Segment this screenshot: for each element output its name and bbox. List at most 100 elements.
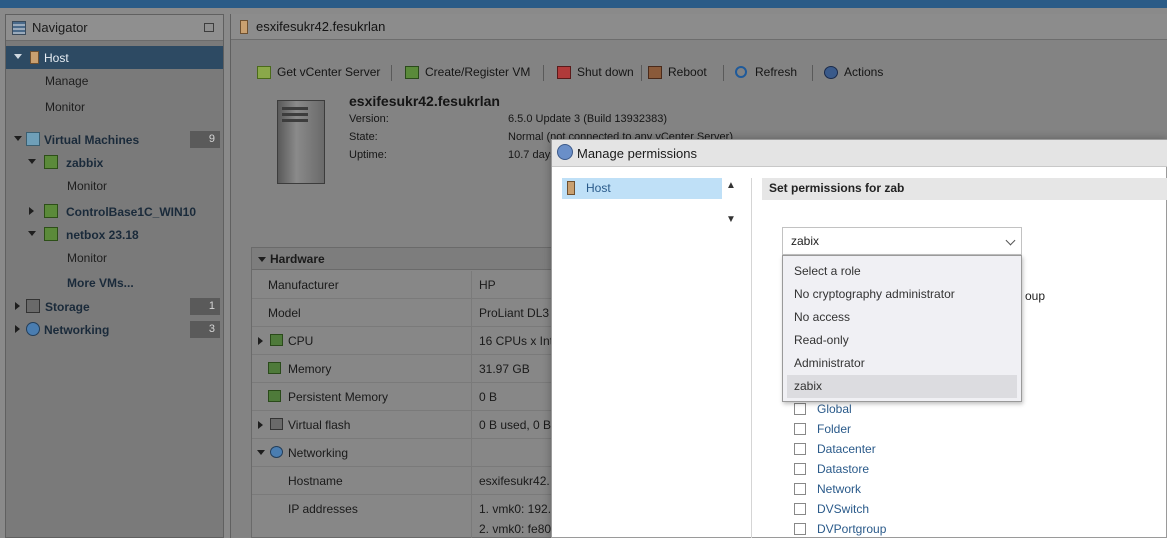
- checkbox-dvswitch[interactable]: [794, 503, 806, 515]
- nav-item-networking[interactable]: Networking 3: [6, 318, 223, 341]
- role-select[interactable]: zabix: [782, 227, 1022, 255]
- table-row: Manufacturer HP: [252, 271, 572, 299]
- checkbox-global[interactable]: [794, 403, 806, 415]
- chevron-down-icon[interactable]: [14, 136, 22, 141]
- scroll-up-icon[interactable]: ▲: [724, 180, 738, 194]
- nav-item-vm-controlbase[interactable]: ControlBase1C_WIN10: [6, 200, 223, 223]
- chevron-down-icon: [1005, 235, 1016, 246]
- table-row[interactable]: Virtual flash 0 B used, 0 B: [252, 411, 572, 439]
- nav-item-label: Storage: [45, 300, 90, 314]
- version-label: Version:: [349, 113, 389, 125]
- nav-item-zabbix-monitor[interactable]: Monitor: [6, 174, 223, 197]
- host-icon: [567, 181, 575, 195]
- networking-icon: [270, 446, 283, 458]
- table-row: Hostname esxifesukr42.: [252, 467, 572, 495]
- option-label: No cryptography administrator: [794, 287, 955, 301]
- nav-item-label: Monitor: [67, 179, 108, 193]
- nav-item-label: Monitor: [67, 251, 108, 265]
- row-key: CPU: [288, 334, 314, 348]
- role-option[interactable]: Read-only: [783, 329, 1021, 352]
- toolbar-divider: [543, 65, 544, 81]
- toolbar-divider: [391, 65, 392, 81]
- checkbox-network[interactable]: [794, 483, 806, 495]
- nav-item-storage[interactable]: Storage 1: [6, 295, 223, 318]
- nav-item-monitor[interactable]: Monitor: [6, 95, 223, 118]
- chevron-down-icon[interactable]: [14, 54, 22, 59]
- hardware-section: Hardware Manufacturer HP Model ProLiant …: [251, 247, 572, 538]
- option-label: No access: [794, 310, 851, 324]
- chevron-right-icon[interactable]: [15, 302, 20, 310]
- reboot-button[interactable]: Reboot: [648, 64, 718, 82]
- scroll-down-icon[interactable]: ▼: [724, 214, 738, 228]
- table-row: IP addresses 1. vmk0: 192. 2. vmk0: fe80: [252, 495, 572, 538]
- tree-item-host[interactable]: Host: [562, 178, 722, 199]
- navigator-icon: [12, 21, 26, 35]
- table-row: Persistent Memory 0 B: [252, 383, 572, 411]
- tree-item-label: Host: [586, 181, 611, 195]
- nav-item-host[interactable]: Host: [6, 46, 223, 69]
- chevron-right-icon[interactable]: [29, 207, 34, 215]
- table-row[interactable]: Networking: [252, 439, 572, 467]
- object-type-label: DVPortgroup: [817, 522, 887, 536]
- toolbar-divider: [723, 65, 724, 81]
- nav-item-virtual-machines[interactable]: Virtual Machines 9: [6, 128, 223, 151]
- vm-icon: [44, 204, 58, 218]
- nav-item-vm-netbox[interactable]: netbox 23.18: [6, 223, 223, 246]
- vcenter-icon: [257, 66, 271, 79]
- row-key: Persistent Memory: [288, 390, 389, 404]
- nav-item-manage[interactable]: Manage: [6, 69, 223, 92]
- role-option-selected[interactable]: zabix: [787, 375, 1017, 398]
- get-vcenter-button[interactable]: Get vCenter Server: [257, 64, 387, 82]
- nav-item-label: More VMs...: [67, 276, 134, 290]
- toolbar-divider: [812, 65, 813, 81]
- checkbox-datacenter[interactable]: [794, 443, 806, 455]
- nav-item-vm-zabbix[interactable]: zabbix: [6, 151, 223, 174]
- option-label: zabix: [794, 379, 823, 393]
- dialog-header: Manage permissions: [552, 140, 1167, 167]
- permissions-section-header: Set permissions for zab: [762, 178, 1167, 200]
- button-label: Actions: [844, 65, 884, 79]
- chevron-down-icon[interactable]: [257, 450, 265, 455]
- nav-item-more-vms[interactable]: More VMs...: [6, 271, 223, 294]
- row-key: Manufacturer: [268, 278, 339, 292]
- chevron-right-icon[interactable]: [258, 421, 263, 429]
- state-label: State:: [349, 131, 378, 143]
- role-select-value: zabix: [791, 234, 820, 248]
- role-option[interactable]: No access: [783, 306, 1021, 329]
- chevron-down-icon[interactable]: [28, 231, 36, 236]
- row-key: Virtual flash: [288, 418, 351, 432]
- chevron-down-icon[interactable]: [28, 159, 36, 164]
- top-strip: [0, 0, 1167, 8]
- uptime-label: Uptime:: [349, 149, 387, 161]
- navigator-header: Navigator: [6, 15, 223, 41]
- nav-item-label: Virtual Machines: [44, 133, 140, 147]
- manage-permissions-dialog: Manage permissions Host ▲ ▼ Set permissi…: [551, 139, 1167, 538]
- uptime-value: 10.7 days: [508, 149, 556, 161]
- create-vm-icon: [405, 66, 419, 79]
- role-option[interactable]: Select a role: [783, 260, 1021, 283]
- minimize-icon[interactable]: [204, 23, 214, 32]
- nav-item-label: Manage: [45, 74, 89, 88]
- count-badge: 9: [190, 131, 220, 148]
- create-register-vm-button[interactable]: Create/Register VM: [405, 64, 540, 82]
- chevron-right-icon[interactable]: [15, 325, 20, 333]
- role-option[interactable]: Administrator: [783, 352, 1021, 375]
- hardware-header[interactable]: Hardware: [252, 248, 572, 270]
- actions-button[interactable]: Actions: [824, 64, 894, 82]
- checkbox-folder[interactable]: [794, 423, 806, 435]
- checkbox-dvportgroup[interactable]: [794, 523, 806, 535]
- refresh-button[interactable]: Refresh: [735, 64, 805, 82]
- role-option[interactable]: No cryptography administrator: [783, 283, 1021, 306]
- nav-item-netbox-monitor[interactable]: Monitor: [6, 246, 223, 269]
- host-icon: [240, 20, 248, 34]
- row-key: Networking: [288, 446, 349, 460]
- checkbox-datastore[interactable]: [794, 463, 806, 475]
- table-row[interactable]: CPU 16 CPUs x Int: [252, 327, 572, 355]
- shut-down-button[interactable]: Shut down: [557, 64, 637, 82]
- row-key: Memory: [288, 362, 332, 376]
- chevron-right-icon[interactable]: [258, 337, 263, 345]
- divider: [751, 178, 752, 538]
- partial-label: oup: [1025, 289, 1046, 303]
- chevron-down-icon[interactable]: [258, 257, 266, 262]
- count-badge: 1: [190, 298, 220, 315]
